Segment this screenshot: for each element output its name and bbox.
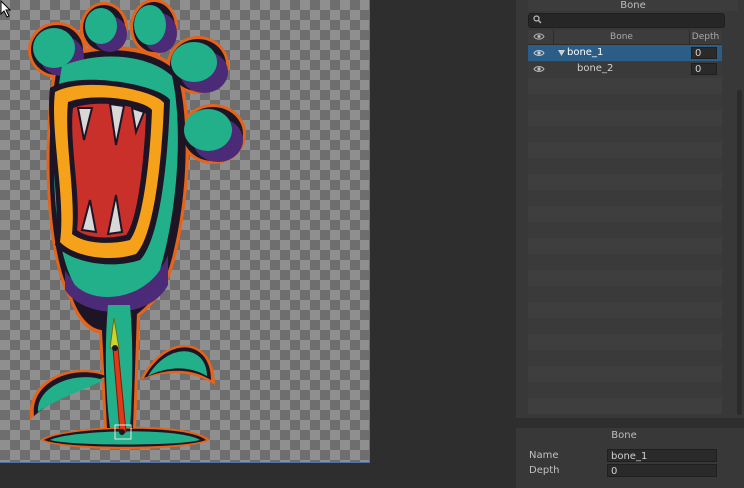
depth-label: Depth [529,465,560,476]
depth-field[interactable]: 0 [607,464,717,477]
sprite-artwork [28,0,246,449]
panel-scrollbar[interactable] [737,90,742,415]
bone-name: bone_2 [577,63,614,74]
bone-row-bone-1[interactable]: bone_1 0 [528,45,722,61]
visibility-eye-icon[interactable] [533,49,545,57]
visibility-eye-icon[interactable] [533,32,545,41]
search-input[interactable] [528,13,725,28]
search-icon [533,15,542,24]
bone-panel-title: Bone [528,0,738,11]
foldout-arrow-icon[interactable] [558,50,565,56]
bone-row-bone-2[interactable]: bone_2 0 [528,61,722,77]
bone-inspector: Bone Name bone_1 Depth 0 [516,428,744,488]
depth-field[interactable]: 0 [691,63,717,75]
viewport-empty-area[interactable] [370,0,516,488]
canvas-footer [0,463,516,488]
bone-tree-list: Bone Depth bone_1 0 bone_2 0 [528,30,722,415]
mouse-cursor-icon [0,0,12,18]
sprite-canvas[interactable] [0,0,370,463]
bone-name: bone_1 [567,47,604,58]
bone-tree-header: Bone Depth [528,30,722,45]
visibility-eye-icon[interactable] [533,65,545,73]
column-header-bone[interactable]: Bone [553,30,690,44]
inspector-title: Bone [611,430,637,441]
name-label: Name [529,450,559,461]
name-field[interactable]: bone_1 [607,449,717,462]
depth-field[interactable]: 0 [691,47,717,59]
column-header-depth[interactable]: Depth [689,30,722,44]
bone-panel: Bone Bone Depth bone_1 0 bone_2 0 [516,0,744,418]
